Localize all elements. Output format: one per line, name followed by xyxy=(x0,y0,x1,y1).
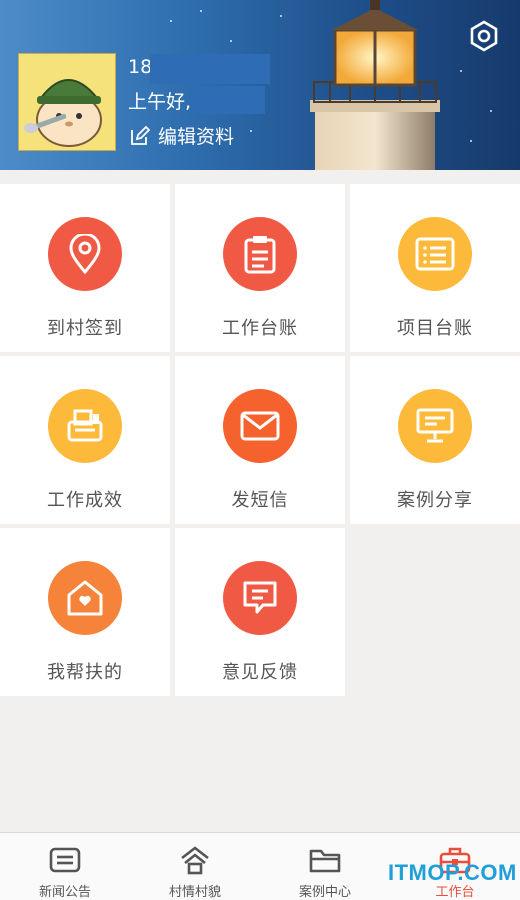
folder-icon xyxy=(309,849,341,873)
redacted-id-block xyxy=(150,54,270,84)
grid-item-work-ledger[interactable]: 工作台账 xyxy=(175,184,345,352)
tab-case-center[interactable]: 案例中心 xyxy=(260,833,390,900)
greeting-row: 上午好, xyxy=(128,86,266,114)
grid-item-feedback[interactable]: 意见反馈 xyxy=(175,528,345,696)
grid-item-project-ledger[interactable]: 项目台账 xyxy=(350,184,520,352)
settings-button[interactable] xyxy=(466,18,502,54)
envelope-icon xyxy=(240,411,280,441)
home-heart-icon xyxy=(67,580,103,616)
grid-item-checkin[interactable]: 到村签到 xyxy=(0,184,170,352)
tab-label: 村情村貌 xyxy=(168,885,221,900)
user-id: 18 xyxy=(128,56,153,78)
avatar[interactable] xyxy=(18,53,116,151)
grid-item-case-sharing[interactable]: 案例分享 xyxy=(350,356,520,524)
hexagon-settings-icon xyxy=(470,20,498,52)
grid-label: 案例分享 xyxy=(397,490,473,511)
list-icon xyxy=(415,237,455,271)
grid-item-my-assisted[interactable]: 我帮扶的 xyxy=(0,528,170,696)
printer-icon xyxy=(67,409,103,442)
presentation-board-icon xyxy=(416,408,454,443)
lighthouse-image xyxy=(310,0,440,170)
feedback-message-icon xyxy=(243,581,277,614)
tab-icon-wrap xyxy=(309,845,341,875)
grid-item-work-results[interactable]: 工作成效 xyxy=(0,356,170,524)
news-icon xyxy=(49,847,81,873)
tab-label: 新闻公告 xyxy=(38,885,91,900)
grid-label: 到村签到 xyxy=(47,318,123,339)
grid-label: 工作成效 xyxy=(47,490,123,511)
grid-label: 我帮扶的 xyxy=(47,662,123,683)
circle-bg xyxy=(398,389,472,463)
redacted-name-block xyxy=(193,86,266,114)
tab-news[interactable]: 新闻公告 xyxy=(0,833,130,900)
clipboard-icon xyxy=(244,236,276,274)
circle-bg xyxy=(398,217,472,291)
profile-header: 18 上午好, 编辑资料 xyxy=(0,0,520,170)
circle-bg xyxy=(223,389,297,463)
circle-bg xyxy=(48,561,122,635)
greeting-text: 上午好, xyxy=(128,90,192,113)
cartoon-hamster-avatar xyxy=(19,54,115,150)
edit-profile-label: 编辑资料 xyxy=(158,126,235,148)
tab-village[interactable]: 村情村貌 xyxy=(130,833,260,900)
site-watermark: ITMOP.COM xyxy=(388,860,517,885)
grid-item-send-sms[interactable]: 发短信 xyxy=(175,356,345,524)
grid-label: 发短信 xyxy=(231,490,289,511)
village-icon xyxy=(181,846,209,875)
tab-icon-wrap xyxy=(179,845,211,875)
edit-profile-button[interactable]: 编辑资料 xyxy=(130,122,234,149)
circle-bg xyxy=(48,389,122,463)
grid-label: 工作台账 xyxy=(222,318,298,339)
grid-label: 意见反馈 xyxy=(222,662,298,683)
grid-label: 项目台账 xyxy=(397,318,473,339)
circle-bg xyxy=(223,217,297,291)
location-pin-icon xyxy=(69,234,101,274)
circle-bg xyxy=(223,561,297,635)
circle-bg xyxy=(48,217,122,291)
tab-icon-wrap xyxy=(49,845,81,875)
tab-label: 案例中心 xyxy=(298,885,351,900)
edit-icon xyxy=(131,125,150,145)
